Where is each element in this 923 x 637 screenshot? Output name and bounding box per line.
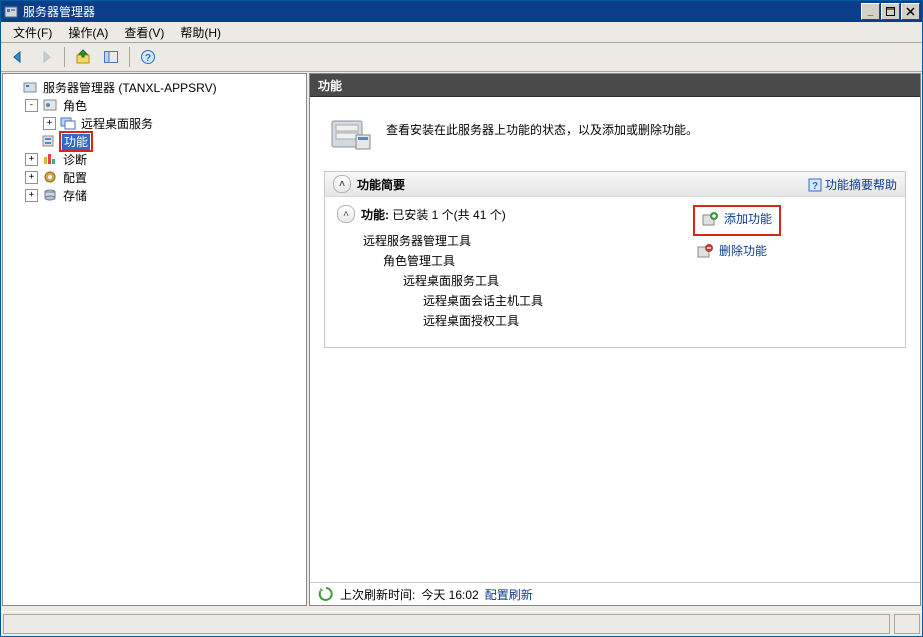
tree-storage[interactable]: + 存储	[21, 186, 306, 204]
help-button[interactable]: ?	[135, 44, 161, 70]
features-hero-icon	[328, 113, 372, 153]
main-header: 功能	[310, 74, 920, 97]
feature-item: 远程桌面会话主机工具	[363, 291, 673, 311]
feature-item: 角色管理工具	[363, 251, 673, 271]
menubar: 文件(F) 操作(A) 查看(V) 帮助(H)	[1, 22, 922, 43]
expand-toggle[interactable]: +	[43, 117, 56, 130]
menu-help[interactable]: 帮助(H)	[172, 22, 229, 43]
menu-file[interactable]: 文件(F)	[5, 22, 60, 43]
tree-features[interactable]: 功能	[21, 132, 306, 150]
forward-button[interactable]	[33, 44, 59, 70]
svg-text:?: ?	[145, 53, 151, 64]
highlight-add-feature: 添加功能	[693, 205, 781, 236]
features-label: 功能:	[361, 208, 389, 222]
remove-feature-link[interactable]: 删除功能	[719, 242, 767, 259]
back-button[interactable]	[5, 44, 31, 70]
section-collapse-button[interactable]: ˄	[337, 205, 355, 223]
features-count: 已安装 1 个(共 41 个)	[392, 208, 505, 222]
separator	[64, 47, 65, 67]
roles-icon	[42, 97, 58, 113]
remove-feature-icon	[697, 243, 713, 259]
titlebar: 服务器管理器 _	[1, 1, 922, 22]
tree-root-label: 服务器管理器 (TANXL-APPSRV)	[41, 78, 219, 97]
feature-item: 远程桌面服务工具	[363, 271, 673, 291]
close-button[interactable]	[901, 3, 920, 20]
statusbar	[1, 611, 922, 636]
panel-title: 功能简要	[357, 176, 405, 193]
diagnostics-icon	[42, 151, 58, 167]
tree-root[interactable]: 服务器管理器 (TANXL-APPSRV)	[3, 78, 306, 96]
tree-rds[interactable]: + 远程桌面服务	[39, 114, 306, 132]
tree-storage-label: 存储	[61, 186, 89, 205]
expand-toggle[interactable]: +	[25, 171, 38, 184]
tree-diagnostics-label: 诊断	[61, 150, 89, 169]
add-feature-link[interactable]: 添加功能	[724, 210, 772, 227]
add-feature-icon	[702, 211, 718, 227]
feature-item: 远程桌面授权工具	[363, 311, 673, 331]
rds-icon	[60, 115, 76, 131]
refresh-icon	[318, 586, 334, 602]
statusbar-cell	[3, 614, 890, 634]
summary-text: 查看安装在此服务器上功能的状态，以及添加或删除功能。	[386, 113, 698, 138]
main-pane: 功能 查看安装在此服务器上功能的状态，以及添加或删除功能。 ˄ 功能简要 ? 功…	[309, 73, 921, 606]
tree-configuration-label: 配置	[61, 168, 89, 187]
help-icon: ?	[808, 178, 822, 192]
refresh-time: 今天 16:02	[421, 586, 478, 603]
tree-roles-label: 角色	[61, 96, 89, 115]
menu-view[interactable]: 查看(V)	[116, 22, 172, 43]
tree-configuration[interactable]: + 配置	[21, 168, 306, 186]
minimize-button[interactable]: _	[861, 3, 880, 20]
refresh-prefix: 上次刷新时间:	[340, 586, 415, 603]
refresh-status: 上次刷新时间: 今天 16:02 配置刷新	[310, 582, 920, 605]
show-hide-tree-button[interactable]	[98, 44, 124, 70]
installed-features-list: 远程服务器管理工具 角色管理工具 远程桌面服务工具 远程桌面会话主机工具 远程桌…	[337, 231, 673, 331]
server-manager-icon	[22, 79, 38, 95]
tree-diagnostics[interactable]: + 诊断	[21, 150, 306, 168]
expand-toggle[interactable]: +	[25, 189, 38, 202]
tree-features-label: 功能	[62, 134, 90, 150]
panel-collapse-button[interactable]: ˄	[333, 175, 351, 193]
statusbar-cell	[894, 614, 920, 634]
tree-roles[interactable]: - 角色	[21, 96, 306, 114]
highlight-features: 功能	[59, 131, 93, 152]
tree-pane: 服务器管理器 (TANXL-APPSRV) - 角色 + 远程桌面服务	[2, 73, 307, 606]
configuration-icon	[42, 169, 58, 185]
collapse-toggle[interactable]: -	[25, 99, 38, 112]
menu-action[interactable]: 操作(A)	[60, 22, 116, 43]
features-summary-panel: ˄ 功能简要 ? 功能摘要帮助 ˄ 功能: 已安装 1 个(共 41 个)	[324, 171, 906, 348]
app-icon	[3, 4, 19, 20]
panel-help-link[interactable]: 功能摘要帮助	[825, 178, 897, 192]
up-button[interactable]	[70, 44, 96, 70]
window-title: 服务器管理器	[23, 3, 95, 20]
features-icon	[40, 133, 56, 149]
configure-refresh-link[interactable]: 配置刷新	[485, 586, 533, 603]
separator	[129, 47, 130, 67]
maximize-button[interactable]	[881, 3, 900, 20]
toolbar: ?	[1, 43, 922, 72]
storage-icon	[42, 187, 58, 203]
svg-text:?: ?	[812, 181, 818, 192]
expand-toggle[interactable]: +	[25, 153, 38, 166]
feature-item: 远程服务器管理工具	[363, 231, 673, 251]
